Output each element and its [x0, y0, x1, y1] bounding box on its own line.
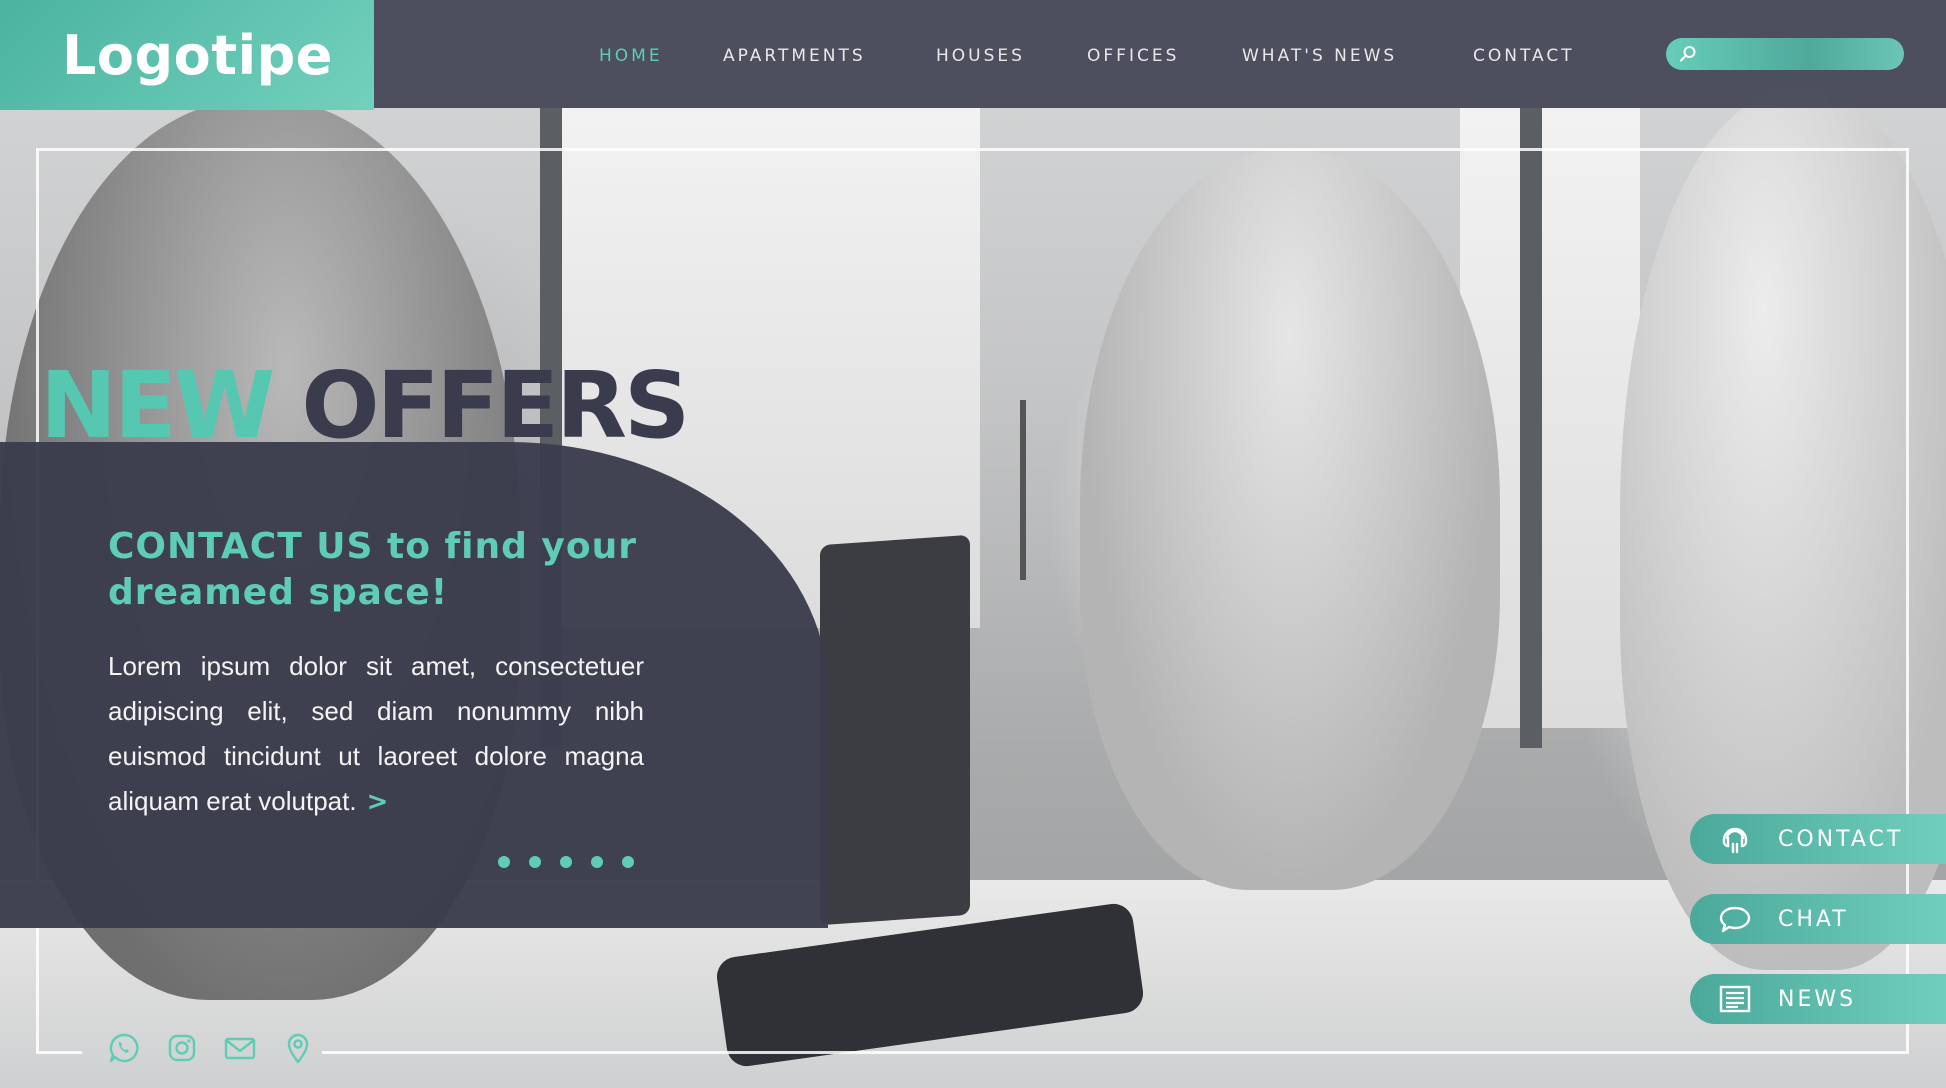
slider-dot[interactable]: [591, 856, 603, 868]
nav-item-whats-news[interactable]: WHAT'S NEWS: [1242, 46, 1397, 66]
location-pin-icon[interactable]: [280, 1030, 316, 1066]
side-news-label: NEWS: [1778, 986, 1857, 1012]
side-contact-label: CONTACT: [1778, 826, 1904, 852]
frame-line: [36, 1051, 82, 1054]
slider-dot[interactable]: [529, 856, 541, 868]
search-icon[interactable]: [1678, 44, 1698, 64]
hero-content-panel: CONTACT US to find your dreamed space! L…: [0, 442, 828, 928]
side-news-button[interactable]: NEWS: [1690, 974, 1946, 1024]
logo-text: Logotipe: [62, 23, 333, 87]
side-chat-label: CHAT: [1778, 906, 1849, 932]
slider-dot[interactable]: [498, 856, 510, 868]
panel-heading: CONTACT US to find your dreamed space!: [108, 526, 637, 613]
read-more-arrow[interactable]: >: [367, 780, 389, 825]
side-chat-button[interactable]: CHAT: [1690, 894, 1946, 944]
site-header: Logotipe HOME APARTMENTS HOUSES OFFICES …: [0, 0, 1946, 110]
panel-body: Lorem ipsum dolor sit amet, consectetuer…: [108, 644, 644, 825]
search-bar[interactable]: [1666, 38, 1904, 70]
side-contact-button[interactable]: CONTACT: [1690, 814, 1946, 864]
slider-dot[interactable]: [560, 856, 572, 868]
nav-item-apartments[interactable]: APARTMENTS: [723, 46, 866, 66]
news-icon: [1719, 985, 1751, 1013]
frame-line: [322, 1051, 1909, 1054]
logo[interactable]: Logotipe: [0, 0, 374, 110]
whatsapp-icon[interactable]: [106, 1030, 142, 1066]
slider-dot[interactable]: [622, 856, 634, 868]
nav-item-contact[interactable]: CONTACT: [1473, 46, 1575, 66]
house-keys: [1020, 400, 1026, 580]
nav-item-houses[interactable]: HOUSES: [936, 46, 1025, 66]
social-links: [106, 1030, 316, 1066]
person-woman-center: [1080, 150, 1500, 890]
laptop: [820, 534, 970, 926]
chat-bubble-icon: [1719, 906, 1751, 933]
slider-dots: [498, 856, 634, 868]
hero-headline: NEW OFFERS: [40, 360, 690, 452]
mail-icon[interactable]: [222, 1030, 258, 1066]
search-input[interactable]: [1702, 42, 1892, 66]
contact-icon: [1722, 827, 1748, 854]
instagram-icon[interactable]: [164, 1030, 200, 1066]
frame-line: [36, 148, 1908, 151]
nav-item-offices[interactable]: OFFICES: [1087, 46, 1179, 66]
nav-item-home[interactable]: HOME: [599, 46, 663, 66]
window-frame: [1520, 108, 1542, 748]
